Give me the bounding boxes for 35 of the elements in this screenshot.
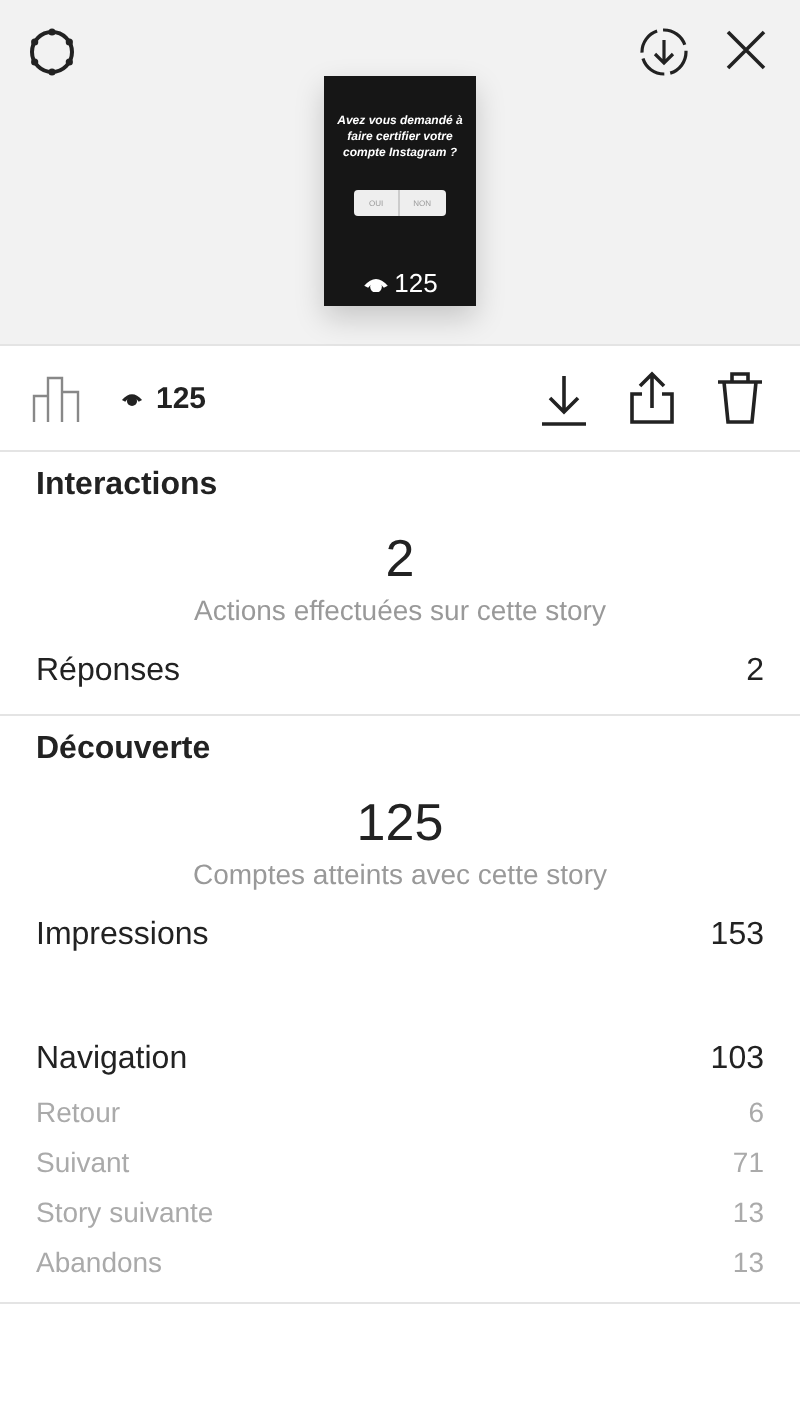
- metric-label: Navigation: [36, 1042, 188, 1078]
- metric-value: 13: [732, 1246, 764, 1278]
- share-button[interactable]: [628, 370, 676, 426]
- big-number: 2: [383, 528, 417, 590]
- download-circle-icon: [636, 24, 692, 80]
- metric-value: 103: [710, 1042, 764, 1078]
- number-caption: Comptes atteints avec cette story: [191, 858, 609, 890]
- trash-icon: [716, 370, 764, 426]
- metric-label: Impressions: [36, 918, 209, 954]
- settings-icon: [24, 24, 80, 80]
- metric-value: 13: [732, 1196, 764, 1228]
- metric-label: Suivant: [36, 1146, 130, 1178]
- eye-icon: [362, 273, 391, 293]
- story-views: 125: [394, 268, 438, 298]
- section-title: Découverte: [36, 732, 213, 768]
- metric-value: 2: [746, 654, 764, 690]
- metric-label: Abandons: [36, 1246, 163, 1278]
- settings-button[interactable]: [24, 24, 80, 80]
- metric-value: 71: [732, 1146, 764, 1178]
- view-count: 125: [156, 381, 207, 415]
- save-button[interactable]: [636, 24, 692, 80]
- download-icon: [540, 370, 588, 426]
- section-title: Interactions: [36, 468, 220, 504]
- metric-label: Story suivante: [36, 1196, 214, 1228]
- big-number: 125: [354, 792, 446, 854]
- number-caption: Actions effectuées sur cette story: [192, 594, 608, 626]
- bar-chart-icon[interactable]: [32, 372, 84, 424]
- eye-icon: [120, 389, 144, 407]
- metric-value: 153: [710, 918, 764, 954]
- download-button[interactable]: [540, 370, 588, 426]
- metric-label: Retour: [36, 1096, 121, 1128]
- share-icon: [628, 370, 676, 426]
- metric-label: Réponses: [36, 654, 181, 690]
- delete-button[interactable]: [716, 370, 764, 426]
- metric-value: 6: [748, 1096, 764, 1128]
